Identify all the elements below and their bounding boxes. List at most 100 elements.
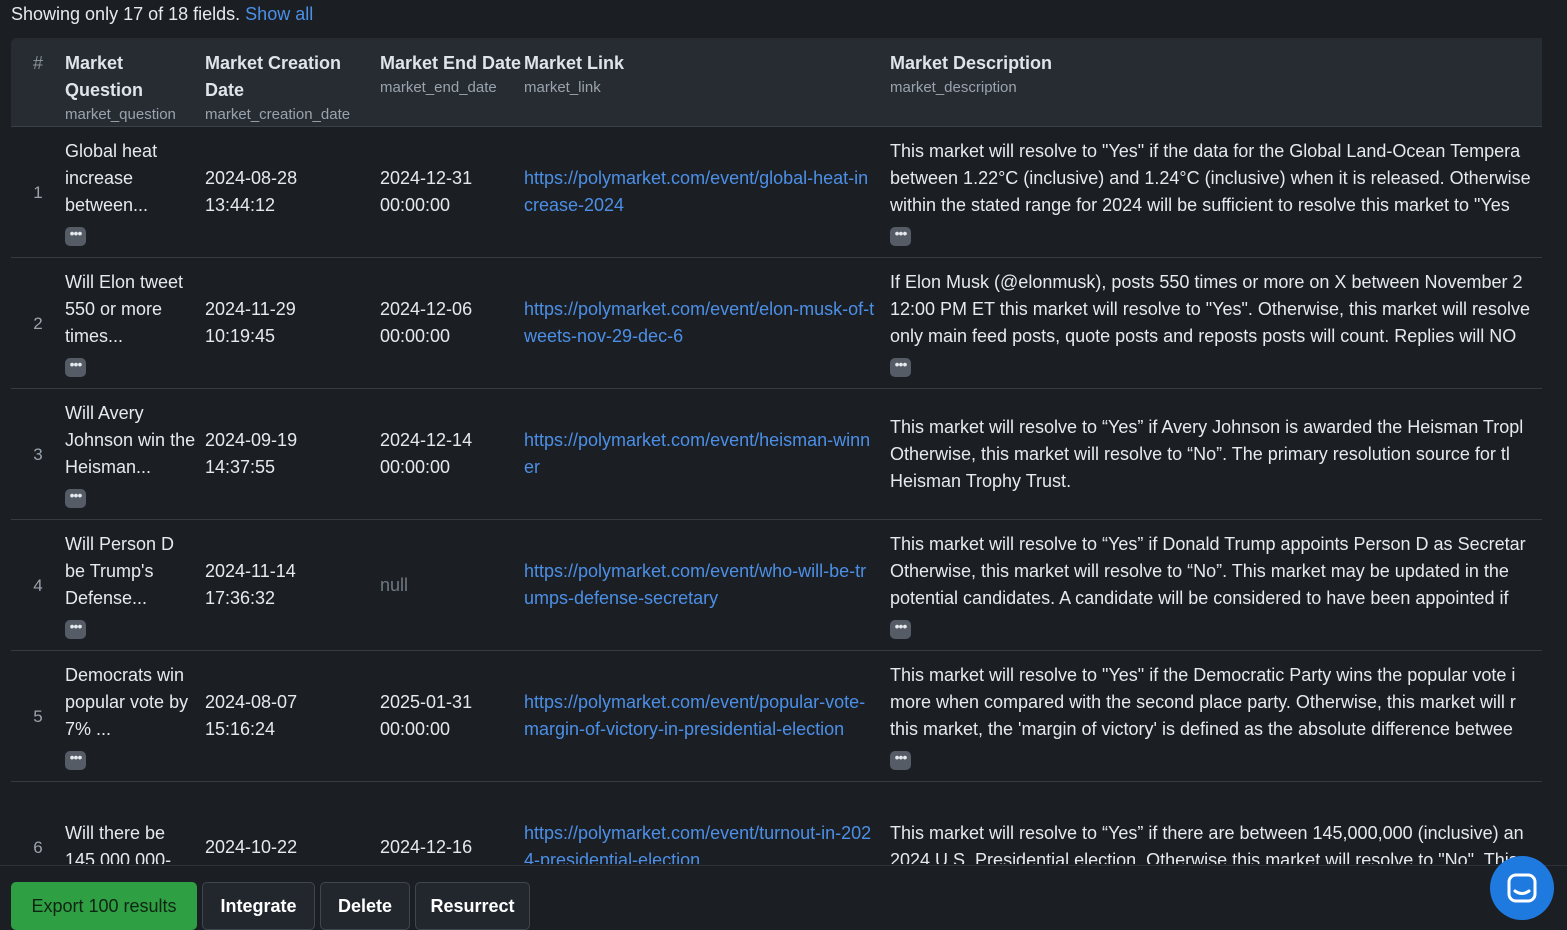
fields-notice-text: Showing only 17 of 18 fields. [11,4,241,24]
market-question-cell: Will Elon tweet 550 or more times... ••• [65,257,205,389]
market-question-text: Will there be 145,000,000- [65,823,172,864]
delete-button[interactable]: Delete [320,882,410,930]
end-date-cell: 2024-12-16 [380,781,524,864]
description-line: potential candidates. A candidate will b… [890,588,1509,608]
market-question-text: Global heat increase between... [65,141,158,215]
column-field-name: market_end_date [380,79,497,96]
description-line: Otherwise, this market will resolve to “… [890,443,1510,464]
ellipsis-icon[interactable]: ••• [65,226,86,246]
description-line: this market, the 'margin of victory' is … [890,719,1513,739]
chat-icon [1507,873,1537,903]
column-title: Market End Date [380,53,522,73]
market-description-cell: If Elon Musk (@elonmusk), posts 550 time… [890,257,1542,389]
creation-date-cell: 2024-08-07 15:16:24 [205,650,380,782]
market-link-cell: https://polymarket.com/event/heisman-win… [524,388,890,520]
description-line: within the stated range for 2024 will be… [890,195,1510,215]
ellipsis-icon[interactable]: ••• [65,750,86,770]
page: { "notice": { "text": "Showing only 17 o… [0,0,1567,930]
column-title: Market Description [890,53,1053,73]
market-question-text: Democrats win popular vote by 7% ... [65,665,189,739]
table-row[interactable]: 4 Will Person D be Trump's Defense... ••… [11,519,1542,651]
market-description-cell: This market will resolve to “Yes” if the… [890,781,1542,864]
market-question-cell: Will Avery Johnson win the Heisman... ••… [65,388,205,520]
ellipsis-icon[interactable]: ••• [65,357,86,377]
creation-date-cell: 2024-11-29 10:19:45 [205,257,380,389]
table-row[interactable]: 1 Global heat increase between... ••• 20… [11,126,1542,258]
market-link[interactable]: https://polymarket.com/event/popular-vot… [524,689,890,743]
action-bar: Export 100 results Integrate Delete Resu… [0,865,1567,930]
results-table: # Market Question market_question Market… [11,38,1542,864]
market-description-cell: This market will resolve to “Yes” if Don… [890,519,1542,651]
market-link[interactable]: https://polymarket.com/event/global-heat… [524,165,890,219]
column-title: Market Question [65,53,144,100]
export-results-button[interactable]: Export 100 results [11,882,197,930]
column-field-name: market_link [524,79,601,96]
integrate-button[interactable]: Integrate [202,882,315,930]
description-line: If Elon Musk (@elonmusk), posts 550 time… [890,272,1523,292]
column-header-market-end-date[interactable]: Market End Date market_end_date [380,38,524,127]
market-question-cell: Global heat increase between... ••• [65,126,205,258]
description-line: only main feed posts, quote posts and re… [890,326,1517,346]
creation-date-cell: 2024-10-22 [205,781,380,864]
description-line: Otherwise, this market will resolve to “… [890,561,1509,581]
market-question-cell: Democrats win popular vote by 7% ... ••• [65,650,205,782]
market-description-cell: This market will resolve to “Yes” if Ave… [890,388,1542,520]
column-field-name: market_description [890,79,1017,96]
market-link-cell: https://polymarket.com/event/elon-musk-o… [524,257,890,389]
market-question-cell: Will there be 145,000,000- [65,781,205,864]
end-date-cell: 2025-01-31 00:00:00 [380,650,524,782]
description-line: Heisman Trophy Trust. [890,470,1072,491]
creation-date-cell: 2024-09-19 14:37:55 [205,388,380,520]
market-link-cell: https://polymarket.com/event/popular-vot… [524,650,890,782]
description-line: This market will resolve to “Yes” if Don… [890,534,1526,554]
description-line: This market will resolve to “Yes” if Ave… [890,416,1524,437]
description-line: more when compared with the second place… [890,692,1516,712]
table-row[interactable]: 3 Will Avery Johnson win the Heisman... … [11,388,1542,520]
ellipsis-icon[interactable]: ••• [65,488,86,508]
description-line: between 1.22°C (inclusive) and 1.24°C (i… [890,168,1531,188]
column-header-market-creation-date[interactable]: Market Creation Date market_creation_dat… [205,38,380,127]
row-index: 2 [11,257,65,389]
market-link-cell: https://polymarket.com/event/who-will-be… [524,519,890,651]
market-link[interactable]: https://polymarket.com/event/turnout-in-… [524,820,890,864]
column-header-market-link[interactable]: Market Link market_link [524,38,890,127]
ellipsis-icon[interactable]: ••• [890,226,911,246]
ellipsis-icon[interactable]: ••• [890,357,911,377]
market-link-cell: https://polymarket.com/event/global-heat… [524,126,890,258]
resurrect-button[interactable]: Resurrect [415,882,530,930]
market-link[interactable]: https://polymarket.com/event/elon-musk-o… [524,296,890,350]
market-link[interactable]: https://polymarket.com/event/who-will-be… [524,558,890,612]
description-line: This market will resolve to "Yes" if the… [890,665,1516,685]
ellipsis-icon[interactable]: ••• [890,750,911,770]
end-date-cell: 2024-12-06 00:00:00 [380,257,524,389]
description-line: This market will resolve to “Yes” if the… [890,823,1524,843]
chat-launcher-button[interactable] [1490,856,1554,920]
market-question-text: Will Avery Johnson win the Heisman... [65,403,196,477]
table-row[interactable]: 6 Will there be 145,000,000- 2024-10-22 … [11,781,1542,864]
end-date-cell: 2024-12-14 00:00:00 [380,388,524,520]
market-link[interactable]: https://polymarket.com/event/heisman-win… [524,427,890,481]
ellipsis-icon[interactable]: ••• [65,619,86,639]
row-index: 4 [11,519,65,651]
table-row[interactable]: 5 Democrats win popular vote by 7% ... •… [11,650,1542,782]
column-header-index: # [11,38,65,127]
creation-date-cell: 2024-11-14 17:36:32 [205,519,380,651]
end-date-cell: null [380,519,524,651]
column-field-name: market_question [65,106,176,123]
column-title: Market Creation Date [205,53,342,100]
market-question-text: Will Person D be Trump's Defense... [65,534,175,608]
column-field-name: market_creation_date [205,106,351,123]
market-description-cell: This market will resolve to "Yes" if the… [890,650,1542,782]
show-all-link[interactable]: Show all [245,4,313,24]
table-header-row: # Market Question market_question Market… [11,38,1542,127]
row-index: 6 [11,781,65,864]
market-link-cell: https://polymarket.com/event/turnout-in-… [524,781,890,864]
column-header-market-question[interactable]: Market Question market_question [65,38,205,127]
table-row[interactable]: 2 Will Elon tweet 550 or more times... •… [11,257,1542,389]
ellipsis-icon[interactable]: ••• [890,619,911,639]
creation-date-cell: 2024-08-28 13:44:12 [205,126,380,258]
column-header-market-description[interactable]: Market Description market_description [890,38,1542,127]
row-index: 1 [11,126,65,258]
column-title: Market Link [524,53,625,73]
market-description-cell: This market will resolve to "Yes" if the… [890,126,1542,258]
